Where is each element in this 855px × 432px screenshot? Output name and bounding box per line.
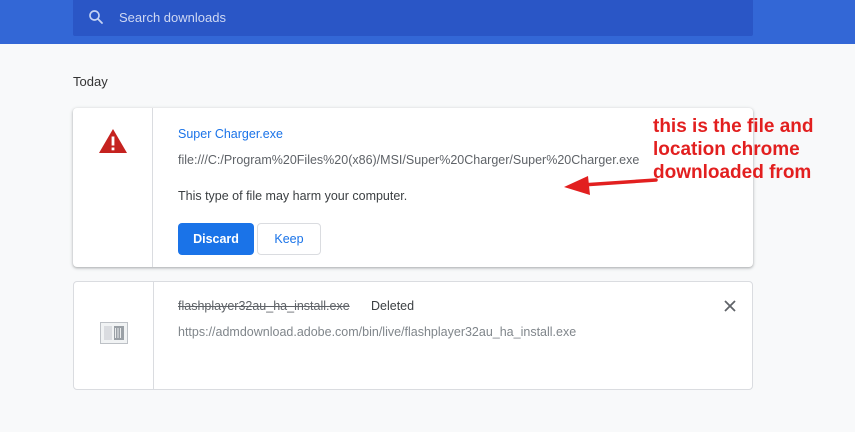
file-icon [100,322,128,344]
file-source-url: https://admdownload.adobe.com/bin/live/f… [178,325,577,339]
search-icon [89,10,103,24]
annotation-line: this is the file and [653,116,814,137]
date-heading: Today [73,74,108,89]
search-input[interactable] [119,6,719,28]
file-source-url: file:///C:/Program%20Files%20(x86)/MSI/S… [178,153,640,167]
search-box[interactable] [73,0,753,36]
top-bar [0,0,855,44]
discard-button[interactable]: Discard [178,223,254,255]
annotation-line: downloaded from [653,162,812,183]
download-card-deleted: flashplayer32au_ha_install.exe Deleted h… [73,281,753,390]
close-icon[interactable] [719,295,741,317]
download-icon-column [73,108,153,267]
file-name-link[interactable]: Super Charger.exe [178,127,283,141]
danger-warning-text: This type of file may harm your computer… [178,189,408,203]
deleted-file-name: flashplayer32au_ha_install.exe [178,299,350,313]
warning-icon [99,129,127,153]
annotation-text: this is the file and location chrome dow… [653,115,853,184]
download-icon-column [74,282,154,389]
annotation-arrow-icon [564,176,658,195]
keep-button[interactable]: Keep [257,223,321,255]
status-label: Deleted [371,299,415,313]
annotation-line: location chrome [653,139,800,160]
